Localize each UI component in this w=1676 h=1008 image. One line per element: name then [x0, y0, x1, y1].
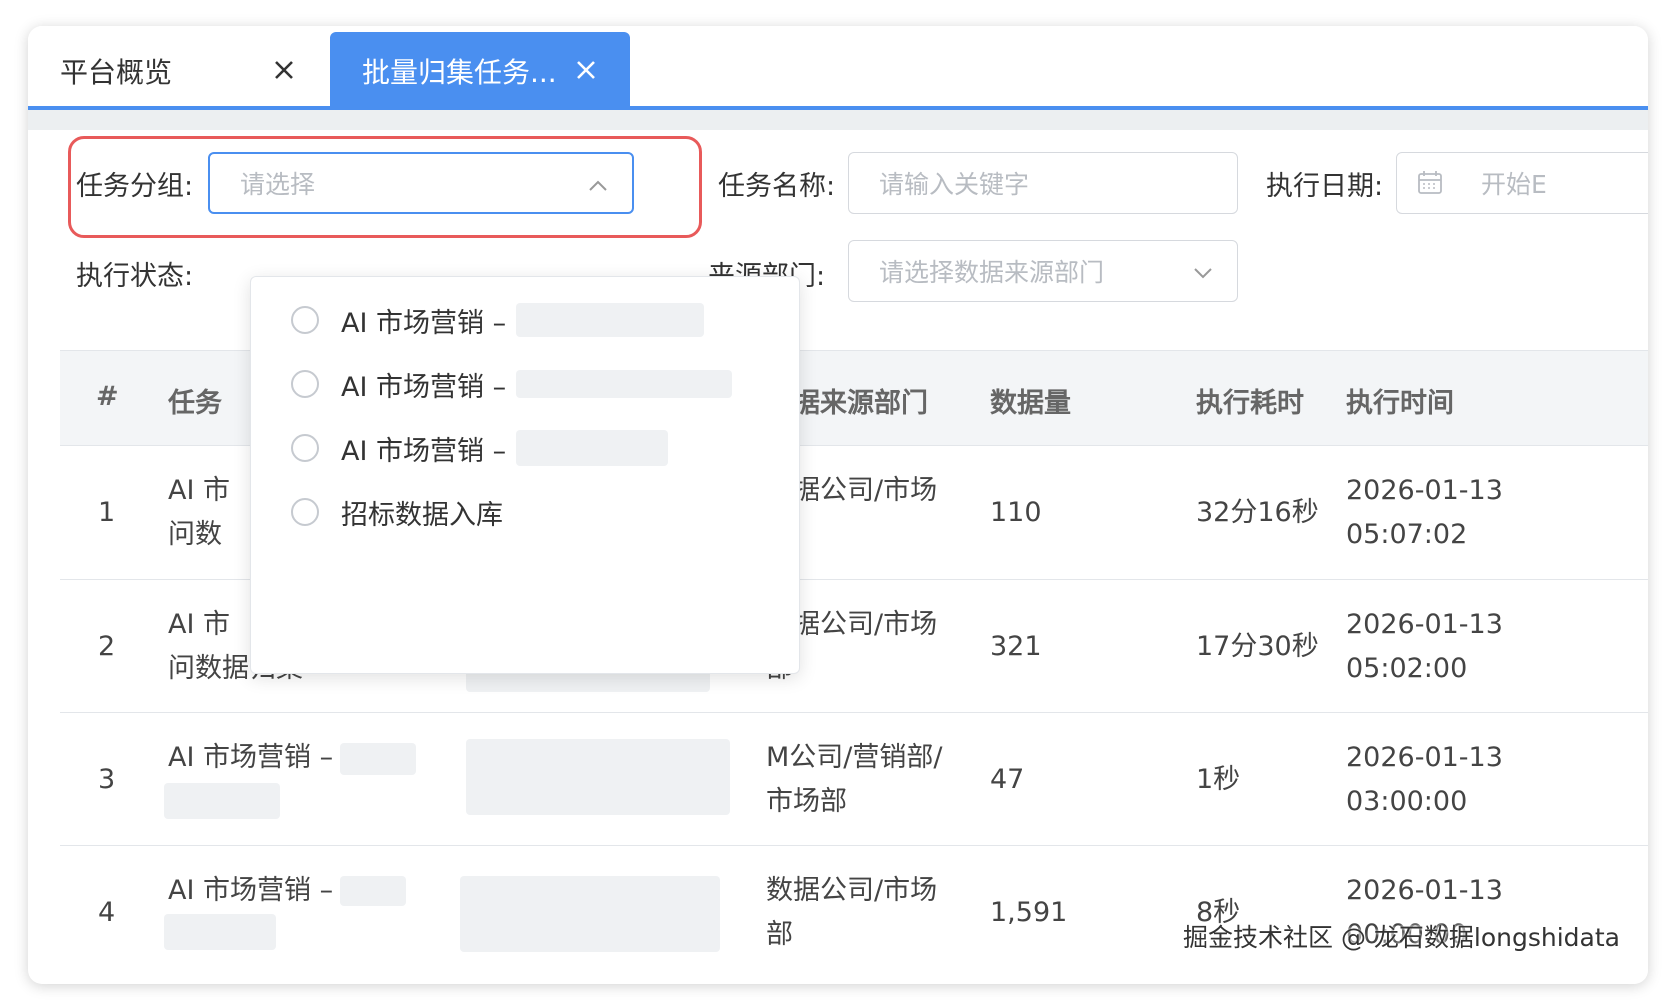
task-group-label: 任务分组: [76, 171, 194, 202]
option-label: AI 市场营销 – [341, 371, 507, 403]
cell-duration: 17分30秒 [1196, 631, 1319, 662]
task-group-placeholder: 请选择 [240, 170, 316, 199]
exec-date-start-placeholder: 开始E [1481, 170, 1547, 199]
exec-date-label: 执行日期: [1266, 171, 1384, 202]
option-label: AI 市场营销 – [341, 307, 507, 339]
chevron-down-icon [1194, 268, 1212, 279]
tab-label: 批量归集任务... [362, 56, 557, 89]
calendar-icon [1418, 171, 1442, 194]
radio-icon[interactable] [291, 498, 319, 526]
redacted-block [460, 876, 720, 952]
radio-icon[interactable] [291, 434, 319, 462]
cell-index: 1 [98, 497, 116, 528]
cell-time: 05:07:02 [1346, 519, 1468, 550]
table-row[interactable]: 4 AI 市场营销 – 数据公司/市场 部 1,591 8秒 2026-01-1… [60, 846, 1648, 984]
header-exec-time: 执行时间 [1346, 388, 1454, 419]
tab-batch-collection[interactable]: 批量归集任务... [330, 32, 630, 110]
cell-dept-line1: M公司/营销部/ [766, 742, 943, 773]
redacted-block [516, 370, 733, 398]
close-icon[interactable] [570, 54, 602, 86]
redacted-block [516, 430, 669, 466]
dropdown-option[interactable]: 招标数据入库 [291, 487, 503, 537]
header-data-count: 数据量 [990, 388, 1071, 419]
task-name-input[interactable]: 请输入关键字 [848, 152, 1238, 214]
cell-count: 47 [990, 764, 1025, 795]
content-divider [28, 110, 1648, 130]
cell-index: 4 [98, 897, 116, 928]
source-dept-select[interactable]: 请选择数据来源部门 [848, 240, 1238, 302]
redacted-block [164, 914, 276, 950]
cell-duration: 1秒 [1196, 764, 1241, 795]
task-name-label: 任务名称: [718, 171, 836, 202]
tab-label: 平台概览 [60, 56, 173, 89]
table-row[interactable]: 3 AI 市场营销 – M公司/营销部/ 市场部 47 1秒 2026-01-1… [60, 713, 1648, 846]
tab-platform-overview[interactable]: 平台概览 [28, 32, 328, 110]
cell-time: 05:02:00 [1346, 653, 1468, 684]
option-label: 招标数据入库 [341, 499, 503, 531]
header-index: # [96, 381, 119, 412]
redacted-block [164, 783, 280, 819]
cell-count: 1,591 [990, 897, 1068, 928]
dropdown-option[interactable]: AI 市场营销 – [291, 295, 705, 345]
cell-task-line1: AI 市场营销 – [168, 742, 334, 773]
cell-date: 2026-01-13 [1346, 742, 1503, 773]
exec-status-label: 执行状态: [76, 261, 194, 292]
redacted-block [466, 739, 730, 815]
redacted-block [340, 743, 416, 775]
task-name-placeholder: 请输入关键字 [879, 170, 1030, 199]
app-window: 平台概览 批量归集任务... 任务分组: 请选择 任务名称: 请输入关键字 执行… [28, 26, 1648, 984]
watermark: 掘金技术社区 @ 龙石数据longshidata [1183, 923, 1620, 952]
cell-count: 321 [990, 631, 1042, 662]
cell-dept-line2: 部 [766, 919, 793, 950]
cell-dept-line1: 数据公司/市场 [766, 875, 938, 906]
cell-count: 110 [990, 497, 1042, 528]
cell-date: 2026-01-13 [1346, 475, 1503, 506]
cell-task-line1: AI 市场营销 – [168, 875, 334, 906]
redacted-block [516, 303, 705, 337]
header-task: 任务 [168, 388, 222, 419]
cell-index: 3 [98, 764, 116, 795]
dropdown-option[interactable]: AI 市场营销 – [291, 423, 669, 473]
cell-date: 2026-01-13 [1346, 609, 1503, 640]
cell-time: 03:00:00 [1346, 786, 1468, 817]
task-group-select[interactable]: 请选择 [208, 152, 634, 214]
cell-dept-line2: 市场部 [766, 786, 847, 817]
close-icon[interactable] [268, 54, 300, 86]
option-label: AI 市场营销 – [341, 435, 507, 467]
cell-date: 2026-01-13 [1346, 875, 1503, 906]
tab-bar: 平台概览 批量归集任务... [28, 26, 1648, 110]
task-group-dropdown: AI 市场营销 – AI 市场营销 – AI 市场营销 – 招标数据入库 [250, 276, 800, 674]
chevron-up-icon [589, 180, 607, 191]
cell-duration: 32分16秒 [1196, 497, 1319, 528]
cell-index: 2 [98, 631, 116, 662]
source-dept-placeholder: 请选择数据来源部门 [879, 258, 1105, 287]
radio-icon[interactable] [291, 370, 319, 398]
header-duration: 执行耗时 [1196, 388, 1304, 419]
cell-task-line1: AI 市 [168, 475, 231, 506]
exec-date-picker[interactable]: 开始E [1396, 152, 1648, 214]
cell-task-line1: AI 市 [168, 609, 231, 640]
radio-icon[interactable] [291, 306, 319, 334]
redacted-block [340, 876, 406, 906]
dropdown-option[interactable]: AI 市场营销 – [291, 359, 733, 409]
cell-task-line2: 问数 [168, 519, 222, 550]
